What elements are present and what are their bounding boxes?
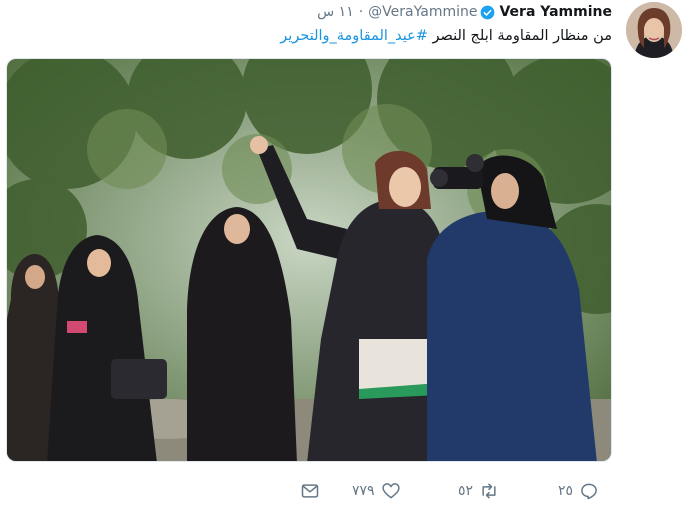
reply-count: ٢٥ [558, 483, 574, 499]
separator-dot: · [358, 4, 364, 20]
message-button[interactable] [300, 478, 320, 504]
tweet-body: من منظار المقاومة ابلج النصر [427, 28, 612, 44]
retweet-icon [482, 483, 496, 499]
retweet-button[interactable]: ٥٢ [458, 478, 499, 504]
hashtag-link[interactable]: #عيد_المقاومة_والتحرير [280, 28, 428, 44]
like-count: ٧٧٩ [352, 483, 375, 499]
tweet-header: Vera Yammine @VeraYammine · ١١ س [317, 2, 612, 22]
author-name[interactable]: Vera Yammine [499, 4, 612, 20]
like-button[interactable]: ٧٧٩ [352, 478, 401, 504]
tweet-photo[interactable] [6, 58, 612, 462]
photo-image [7, 59, 611, 461]
reply-button[interactable]: ٢٥ [558, 478, 599, 504]
envelope-icon [301, 484, 319, 498]
tweet-text: من منظار المقاومة ابلج النصر #عيد_المقاو… [52, 26, 612, 46]
tweet-timestamp[interactable]: ١١ س [317, 4, 354, 20]
author-handle[interactable]: @VeraYammine [368, 4, 477, 20]
tweet-actions: ٧٧٩ ٥٢ ٢٥ [290, 478, 620, 504]
heart-icon [381, 483, 400, 499]
reply-icon [581, 483, 597, 500]
author-avatar[interactable] [626, 2, 682, 58]
retweet-count: ٥٢ [458, 483, 474, 499]
verified-badge-icon [481, 5, 495, 19]
avatar-photo [626, 2, 682, 58]
